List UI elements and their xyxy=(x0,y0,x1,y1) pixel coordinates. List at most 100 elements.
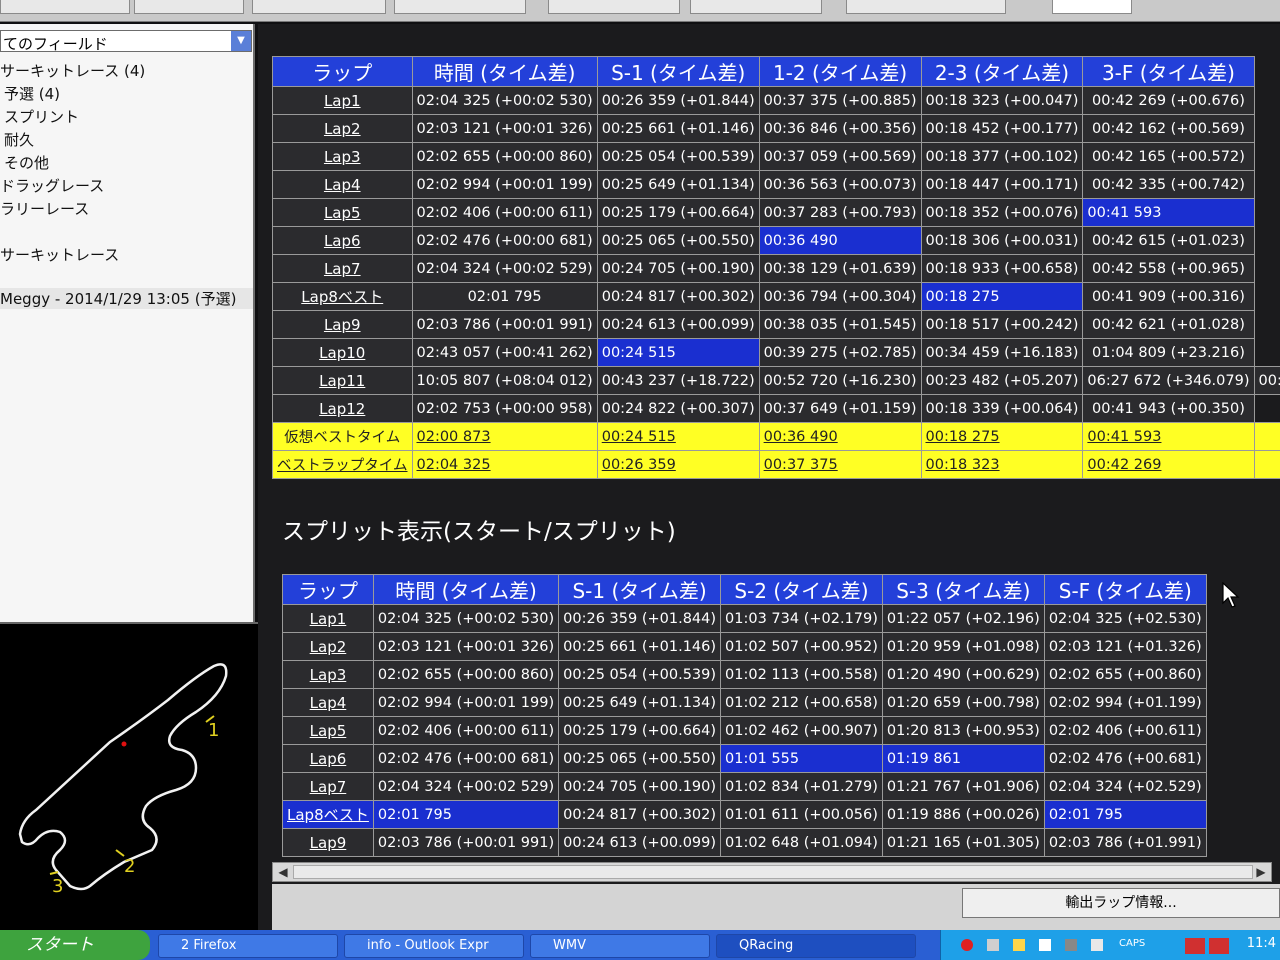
time-cell: 02:03 786 (+00:01 991) xyxy=(411,310,598,339)
col-header-lap[interactable]: ラップ xyxy=(272,56,413,87)
split-col-header-time[interactable]: 時間 (タイム差) xyxy=(372,574,560,605)
split-col-header-sf[interactable]: S-F (タイム差) xyxy=(1043,574,1207,605)
scrollbar-thumb[interactable] xyxy=(293,865,1253,879)
lap-link[interactable]: Lap12 xyxy=(272,394,413,423)
scroll-left-icon[interactable]: ◀ xyxy=(275,864,291,880)
scroll-right-icon[interactable]: ▶ xyxy=(1253,864,1269,880)
time-cell: 00:42 269 xyxy=(1082,450,1255,479)
col-header-12[interactable]: 1-2 (タイム差) xyxy=(758,56,922,87)
lap-link[interactable]: Lap6 xyxy=(272,226,413,255)
table-row: Lap8ベスト 02:01 795 00:24 817 (+00.302) 00:36… xyxy=(272,282,1280,311)
lap-link[interactable]: Lap7 xyxy=(272,254,413,283)
tree-item-endurance[interactable]: 耐久 xyxy=(4,129,34,150)
time-cell: 00:24 515 xyxy=(596,422,760,451)
lap-link[interactable]: Lap11 xyxy=(272,366,413,395)
time-cell: 00:18 517 (+00.242) xyxy=(920,310,1084,339)
time-cell: 01:21 165 (+01.305) xyxy=(881,828,1045,857)
time-cell: 02:04 325 xyxy=(411,450,598,479)
toolbar-button[interactable] xyxy=(394,0,526,14)
tree-item-other[interactable]: その他 xyxy=(4,152,49,173)
horizontal-scrollbar[interactable]: ◀ ▶ xyxy=(272,862,1272,882)
time-cell: 00:18 352 (+00.076) xyxy=(920,198,1084,227)
toolbar-button[interactable] xyxy=(134,0,244,14)
lap-link[interactable]: Lap5 xyxy=(272,198,413,227)
time-cell: 00:38 129 (+01.639) xyxy=(758,254,922,283)
field-filter-dropdown[interactable]: てのフィールド ▼ xyxy=(0,30,252,53)
table-row: Lap9 02:03 786 (+00:01 991) 00:24 613 (+00… xyxy=(272,310,1280,339)
lap-link[interactable]: Lap2 xyxy=(272,114,413,143)
lap-link[interactable]: Lap9 xyxy=(272,310,413,339)
tree-item-circuit-race[interactable]: サーキットレース (4) xyxy=(0,60,145,81)
start-button[interactable]: スタート xyxy=(0,930,150,960)
time-cell: 00:38 035 (+01.545) xyxy=(758,310,922,339)
lap-link[interactable]: Lap1 xyxy=(272,86,413,115)
taskbar-item-firefox[interactable]: 2 Firefox xyxy=(158,934,338,958)
time-cell: 00:26 359 xyxy=(596,450,760,479)
lap-link[interactable]: Lap6 xyxy=(282,744,374,773)
tree-item-drag-race[interactable]: ドラッグレース xyxy=(0,175,104,196)
taskbar-item-wmv[interactable]: WMV xyxy=(530,934,710,958)
lap-link[interactable]: Lap10 xyxy=(272,338,413,367)
lap-link[interactable]: Lap5 xyxy=(282,716,374,745)
lap-link[interactable]: Lap2 xyxy=(282,632,374,661)
split-col-header-lap[interactable]: ラップ xyxy=(282,574,374,605)
toolbar-button[interactable] xyxy=(548,0,680,14)
export-lap-info-button[interactable]: 輸出ラップ情報... xyxy=(962,888,1280,918)
tray-icon[interactable] xyxy=(1091,939,1103,951)
time-cell: 02:02 994 (+00:01 199) xyxy=(372,688,560,717)
lap-link[interactable]: Lap4 xyxy=(282,688,374,717)
chevron-down-icon[interactable]: ▼ xyxy=(231,31,251,51)
lap-link[interactable]: Lap7 xyxy=(282,772,374,801)
lap-link[interactable]: Lap9 xyxy=(282,828,374,857)
tray-icon[interactable] xyxy=(987,939,999,951)
col-header-time[interactable]: 時間 (タイム差) xyxy=(411,56,598,87)
col-header-3f[interactable]: 3-F (タイム差) xyxy=(1082,56,1255,87)
col-header-s1[interactable]: S-1 (タイム差) xyxy=(596,56,760,87)
blank-cell xyxy=(1253,450,1280,479)
best-lap-row-label[interactable]: ベストラップタイム xyxy=(272,450,413,479)
sector-label-3: 3 xyxy=(52,876,63,897)
col-header-blank xyxy=(1254,56,1280,87)
table-row: Lap7 02:04 324 (+00:02 529) 00:24 705 (+00… xyxy=(272,254,1280,283)
table-row: Lap10 02:43 057 (+00:41 262) 00:24 515 00:3… xyxy=(272,338,1280,367)
toolbar-button[interactable] xyxy=(690,0,822,14)
tray-icon[interactable] xyxy=(961,939,973,951)
tree-item-rally-race[interactable]: ラリーレース xyxy=(0,198,89,219)
table-row: Lap5 02:02 406 (+00:00 611) 00:25 179 (+00… xyxy=(272,198,1280,227)
tree-item-qualifying[interactable]: 予選 (4) xyxy=(4,83,60,104)
time-cell: 00:25 649 (+01.134) xyxy=(596,170,760,199)
taskbar-item-outlook[interactable]: info - Outlook Expr xyxy=(344,934,524,958)
best-time-cell: 01:19 861 xyxy=(881,744,1045,773)
split-col-header-s1[interactable]: S-1 (タイム差) xyxy=(558,574,722,605)
toolbar-button[interactable] xyxy=(846,0,1006,14)
time-cell: 00:18 323 xyxy=(920,450,1084,479)
split-col-header-s3[interactable]: S-3 (タイム差) xyxy=(881,574,1045,605)
lap-link[interactable]: Lap1 xyxy=(282,604,374,633)
lap-link[interactable]: Lap8ベスト xyxy=(282,800,374,829)
tray-icon[interactable] xyxy=(1013,939,1025,951)
best-time-cell: 00:41 593 xyxy=(1082,198,1255,227)
tree-item-session-meggy[interactable]: Meggy - 2014/1/29 13:05 (予選) xyxy=(0,288,253,309)
taskbar-item-qracing[interactable]: QRacing xyxy=(716,934,916,958)
toolbar-button[interactable] xyxy=(0,0,130,14)
lap-link[interactable]: Lap3 xyxy=(272,142,413,171)
blank-cell xyxy=(1254,86,1280,115)
col-header-23[interactable]: 2-3 (タイム差) xyxy=(920,56,1084,87)
time-cell: 01:19 886 (+00.026) xyxy=(881,800,1045,829)
blank-cell xyxy=(1254,198,1280,227)
tree-item-sprint[interactable]: スプリント xyxy=(4,106,79,127)
tray-icon[interactable] xyxy=(1209,938,1229,954)
lap-link[interactable]: Lap3 xyxy=(282,660,374,689)
tray-icon[interactable] xyxy=(1065,939,1077,951)
toolbar-button[interactable] xyxy=(252,0,386,14)
tray-icon[interactable] xyxy=(1039,939,1051,951)
track-outline-svg: 1 2 3 xyxy=(18,663,228,897)
tray-icon[interactable] xyxy=(1185,938,1205,954)
lap-link[interactable]: Lap4 xyxy=(272,170,413,199)
time-cell: 00:41 593 xyxy=(1082,422,1255,451)
tree-item-circuit-race-2[interactable]: サーキットレース xyxy=(0,244,119,265)
time-cell: 00:25 649 (+01.134) xyxy=(558,688,722,717)
toolbar-field[interactable] xyxy=(1052,0,1132,14)
split-col-header-s2[interactable]: S-2 (タイム差) xyxy=(720,574,883,605)
lap-link[interactable]: Lap8ベスト xyxy=(272,282,413,311)
